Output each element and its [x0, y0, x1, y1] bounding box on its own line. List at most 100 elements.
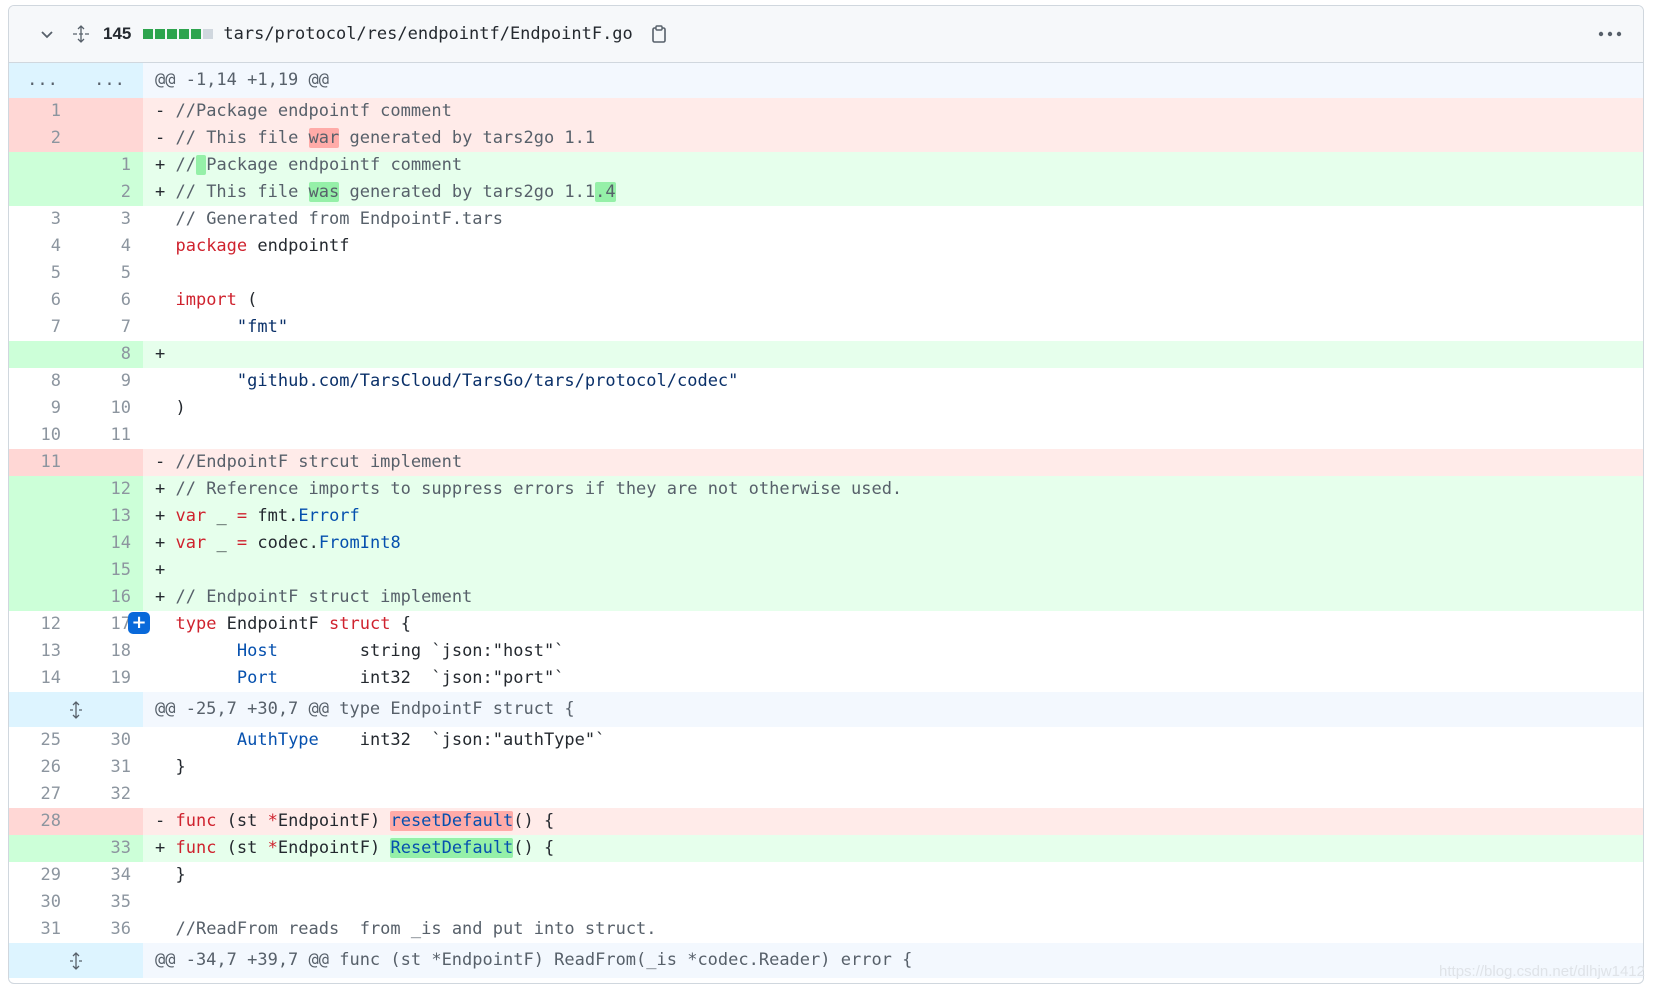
diff-line-addition[interactable]: 1 + // Package endpointf comment: [9, 152, 1643, 179]
unfold-icon[interactable]: [9, 692, 143, 727]
diff-line-context[interactable]: 77 "fmt": [9, 314, 1643, 341]
old-line-number[interactable]: 11: [9, 449, 73, 476]
new-line-number[interactable]: 15: [73, 557, 143, 584]
copy-icon[interactable]: [649, 24, 669, 44]
new-line-number[interactable]: 8: [73, 341, 143, 368]
new-line-number[interactable]: [73, 98, 143, 125]
new-line-number[interactable]: 19: [73, 665, 143, 692]
old-line-number[interactable]: 29: [9, 862, 73, 889]
diff-line-context[interactable]: 31 36 //ReadFrom reads from _is and put i…: [9, 916, 1643, 943]
diff-line-deletion[interactable]: 1 - //Package endpointf comment: [9, 98, 1643, 125]
file-path[interactable]: tars/protocol/res/endpointf/EndpointF.go: [223, 24, 632, 44]
diff-line-deletion[interactable]: 28 - func (st *EndpointF) resetDefault() …: [9, 808, 1643, 835]
diff-line-context[interactable]: 9 10 ): [9, 395, 1643, 422]
old-line-number[interactable]: [9, 179, 73, 206]
old-line-number[interactable]: [9, 530, 73, 557]
new-line-number[interactable]: 12: [73, 476, 143, 503]
add-comment-button[interactable]: +: [128, 612, 150, 634]
old-line-number[interactable]: 6: [9, 287, 73, 314]
old-line-number[interactable]: [9, 341, 73, 368]
diff-line-context[interactable]: 29 34 }: [9, 862, 1643, 889]
diff-line-addition[interactable]: 33 + func (st *EndpointF) ResetDefault() …: [9, 835, 1643, 862]
old-line-number[interactable]: 14: [9, 665, 73, 692]
new-line-number[interactable]: 32: [73, 781, 143, 808]
old-line-number[interactable]: 13: [9, 638, 73, 665]
new-line-number[interactable]: 6: [73, 287, 143, 314]
old-line-number[interactable]: 4: [9, 233, 73, 260]
new-line-number[interactable]: 3: [73, 206, 143, 233]
new-line-number[interactable]: 11: [73, 422, 143, 449]
diff-line-context[interactable]: 30 35: [9, 889, 1643, 916]
unfold-icon[interactable]: [71, 24, 91, 44]
new-line-number[interactable]: 10: [73, 395, 143, 422]
old-line-number[interactable]: 7: [9, 314, 73, 341]
diff-line-context[interactable]: 12 17 type EndpointF struct {: [9, 611, 1643, 638]
old-line-number[interactable]: [9, 476, 73, 503]
new-line-number[interactable]: 1: [73, 152, 143, 179]
diff-line-context[interactable]: 25 30 AuthType int32 `json:"authType"`: [9, 727, 1643, 754]
new-line-number[interactable]: 7: [73, 314, 143, 341]
old-line-number[interactable]: 5: [9, 260, 73, 287]
kebab-horizontal-icon[interactable]: [1597, 24, 1623, 44]
new-line-number[interactable]: 18: [73, 638, 143, 665]
new-line-number[interactable]: [73, 125, 143, 152]
old-line-number[interactable]: 25: [9, 727, 73, 754]
old-line-number[interactable]: [9, 503, 73, 530]
new-line-number[interactable]: [73, 808, 143, 835]
diffstat-block: [155, 29, 166, 39]
new-line-number[interactable]: 36: [73, 916, 143, 943]
old-line-number[interactable]: [9, 557, 73, 584]
diff-line-addition[interactable]: 12 + // Reference imports to suppress err…: [9, 476, 1643, 503]
new-line-number[interactable]: 33: [73, 835, 143, 862]
diff-line-context[interactable]: 14 19 Port int32 `json:"port"`: [9, 665, 1643, 692]
diff-line-context[interactable]: 26 31 }: [9, 754, 1643, 781]
old-line-number[interactable]: 1: [9, 98, 73, 125]
diff-line-context[interactable]: 55: [9, 260, 1643, 287]
diff-line-context[interactable]: 44 package endpointf: [9, 233, 1643, 260]
new-line-number[interactable]: [73, 449, 143, 476]
old-line-number[interactable]: 28: [9, 808, 73, 835]
old-line-number[interactable]: 9: [9, 395, 73, 422]
old-line-number[interactable]: 31: [9, 916, 73, 943]
new-line-number[interactable]: 30: [73, 727, 143, 754]
diff-line-context[interactable]: 33 // Generated from EndpointF.tars: [9, 206, 1643, 233]
new-line-number[interactable]: 31: [73, 754, 143, 781]
diff-line-context[interactable]: 66 import (: [9, 287, 1643, 314]
old-line-number[interactable]: 30: [9, 889, 73, 916]
old-line-number[interactable]: 26: [9, 754, 73, 781]
unfold-icon[interactable]: [9, 943, 143, 978]
new-line-number[interactable]: 5: [73, 260, 143, 287]
diff-line-context[interactable]: 10 11: [9, 422, 1643, 449]
line-code: [143, 889, 1643, 916]
old-line-number[interactable]: 12: [9, 611, 73, 638]
expand-up-dots[interactable]: ... ...: [9, 63, 143, 98]
old-line-number[interactable]: [9, 152, 73, 179]
new-line-number[interactable]: 34: [73, 862, 143, 889]
diff-line-deletion[interactable]: 11 - //EndpointF strcut implement: [9, 449, 1643, 476]
new-line-number[interactable]: 2: [73, 179, 143, 206]
diff-line-addition[interactable]: 13 + var _ = fmt.Errorf: [9, 503, 1643, 530]
diff-line-context[interactable]: 27 32: [9, 781, 1643, 808]
old-line-number[interactable]: 27: [9, 781, 73, 808]
new-line-number[interactable]: 14: [73, 530, 143, 557]
diff-line-addition[interactable]: 2 + // This file was generated by tars2go…: [9, 179, 1643, 206]
old-line-number[interactable]: 8: [9, 368, 73, 395]
new-line-number[interactable]: 13: [73, 503, 143, 530]
old-line-number[interactable]: [9, 584, 73, 611]
diff-line-addition[interactable]: 15 +: [9, 557, 1643, 584]
old-line-number[interactable]: [9, 835, 73, 862]
new-line-number[interactable]: 4: [73, 233, 143, 260]
diff-line-addition[interactable]: 16 + // EndpointF struct implement: [9, 584, 1643, 611]
diff-line-context[interactable]: 89 "github.com/TarsCloud/TarsGo/tars/pro…: [9, 368, 1643, 395]
diff-line-deletion[interactable]: 2 - // This file war generated by tars2go…: [9, 125, 1643, 152]
old-line-number[interactable]: 3: [9, 206, 73, 233]
new-line-number[interactable]: 9: [73, 368, 143, 395]
diff-line-addition[interactable]: 14 + var _ = codec.FromInt8: [9, 530, 1643, 557]
new-line-number[interactable]: 35: [73, 889, 143, 916]
chevron-down-icon[interactable]: [37, 24, 57, 44]
new-line-number[interactable]: 16: [73, 584, 143, 611]
diff-line-context[interactable]: 13 18 Host string `json:"host"`: [9, 638, 1643, 665]
diff-line-addition[interactable]: 8 +: [9, 341, 1643, 368]
old-line-number[interactable]: 2: [9, 125, 73, 152]
old-line-number[interactable]: 10: [9, 422, 73, 449]
